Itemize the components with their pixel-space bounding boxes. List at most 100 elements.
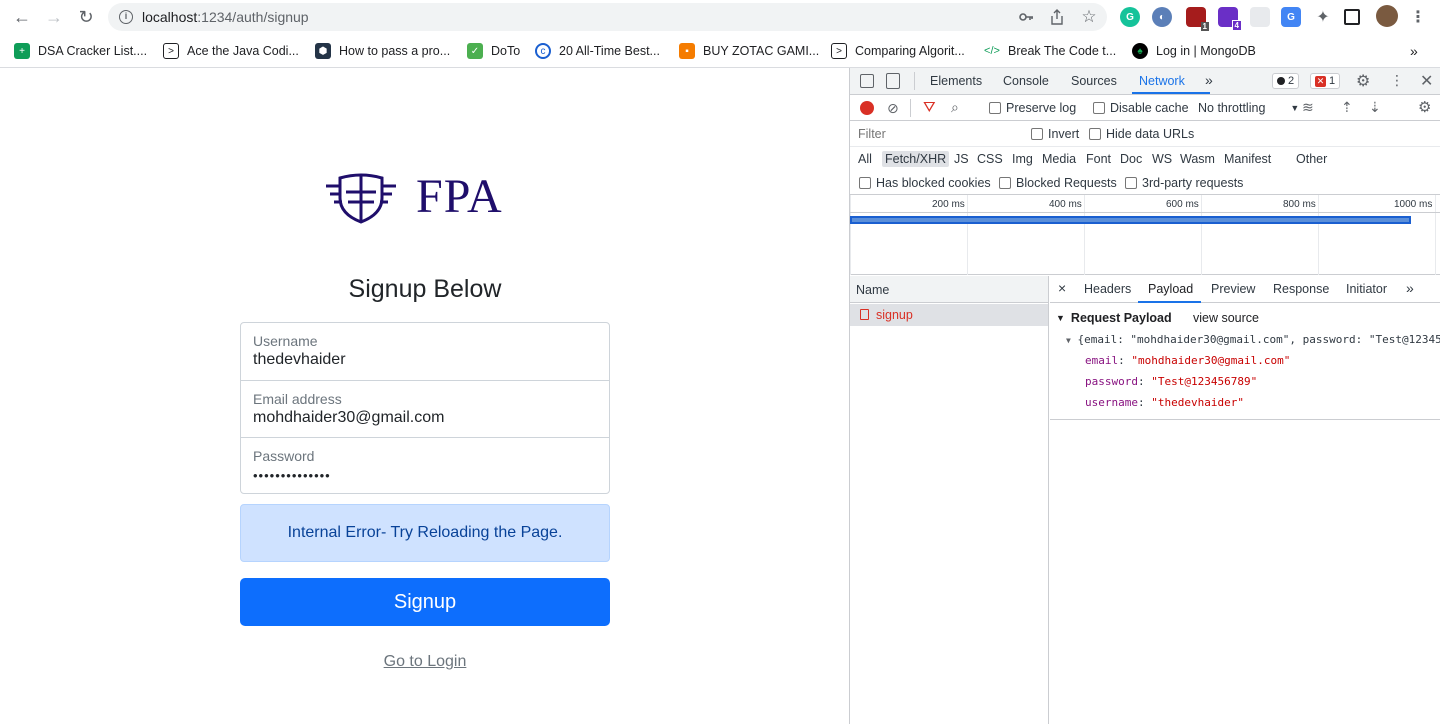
- checkbox[interactable]: [1093, 102, 1105, 114]
- tab-preview[interactable]: Preview: [1211, 282, 1255, 296]
- bookmark-item[interactable]: > Comparing Algorit...: [831, 42, 965, 60]
- network-settings-icon[interactable]: ⚙: [1418, 98, 1431, 116]
- type-filter-manifest[interactable]: Manifest: [1221, 151, 1274, 167]
- preserve-log-checkbox[interactable]: Preserve log: [989, 101, 1076, 115]
- hide-data-urls-checkbox[interactable]: Hide data URLs: [1089, 127, 1194, 141]
- extension-circle-icon[interactable]: ◐: [1152, 7, 1172, 27]
- url-text[interactable]: localhost:1234/auth/signup: [142, 9, 309, 25]
- checkbox[interactable]: [989, 102, 1001, 114]
- issues-badge[interactable]: 2: [1272, 73, 1300, 89]
- type-filter-css[interactable]: CSS: [974, 151, 1006, 167]
- view-source-link[interactable]: view source: [1193, 311, 1259, 325]
- checkbox[interactable]: [1031, 128, 1043, 140]
- name-column-header[interactable]: Name: [856, 283, 889, 297]
- export-har-icon[interactable]: ⇣: [1369, 99, 1381, 116]
- site-info-icon[interactable]: i: [119, 10, 133, 24]
- type-filter-wasm[interactable]: Wasm: [1177, 151, 1218, 167]
- tab-headers[interactable]: Headers: [1084, 282, 1131, 296]
- devtools-settings-icon[interactable]: ⚙: [1356, 71, 1370, 91]
- request-payload-section[interactable]: ▼ Request Payload: [1056, 311, 1172, 325]
- forward-icon[interactable]: →: [42, 5, 66, 29]
- key-icon[interactable]: [1017, 8, 1035, 26]
- third-party-checkbox[interactable]: 3rd-party requests: [1125, 176, 1243, 190]
- profile-avatar[interactable]: [1376, 5, 1398, 27]
- devtools-menu-icon[interactable]: ⋮: [1390, 72, 1404, 89]
- brand-name: FPA: [416, 170, 503, 223]
- tab-network[interactable]: Network: [1139, 74, 1185, 88]
- filter-input[interactable]: [854, 125, 1018, 143]
- close-devtools-icon[interactable]: ✕: [1420, 71, 1433, 91]
- side-panel-icon[interactable]: [1344, 9, 1360, 25]
- record-icon[interactable]: [860, 101, 874, 115]
- ublock-icon[interactable]: 1: [1186, 7, 1209, 31]
- extension-grid-icon[interactable]: [1250, 7, 1270, 27]
- type-filter-fetch-xhr[interactable]: Fetch/XHR: [882, 151, 950, 167]
- tab-response[interactable]: Response: [1273, 282, 1329, 296]
- type-filter-font[interactable]: Font: [1083, 151, 1114, 167]
- checkbox[interactable]: [1125, 177, 1137, 189]
- bookmark-item[interactable]: ▪ BUY ZOTAC GAMI...: [679, 42, 819, 60]
- type-filter-other[interactable]: Other: [1293, 151, 1330, 167]
- address-bar[interactable]: i localhost:1234/auth/signup ☆: [108, 3, 1107, 31]
- invert-checkbox[interactable]: Invert: [1031, 127, 1079, 141]
- go-to-login-link[interactable]: Go to Login: [240, 653, 610, 671]
- payload-summary-row[interactable]: ▼ {email: "mohdhaider30@gmail.com", pass…: [1066, 333, 1440, 346]
- bookmark-item[interactable]: ♠ Log in | MongoDB: [1132, 42, 1256, 60]
- grammarly-icon[interactable]: G: [1120, 7, 1140, 27]
- checkbox[interactable]: [859, 177, 871, 189]
- search-icon[interactable]: ⌕: [951, 99, 959, 116]
- tab-elements[interactable]: Elements: [930, 74, 982, 88]
- more-tabs-button[interactable]: »: [1205, 72, 1213, 88]
- signup-button[interactable]: Signup: [240, 578, 610, 626]
- extensions-puzzle-icon[interactable]: ✦: [1313, 7, 1333, 27]
- chrome-menu-icon[interactable]: ⋮: [1408, 7, 1428, 27]
- tab-console[interactable]: Console: [1003, 74, 1049, 88]
- disable-cache-label: Disable cache: [1110, 101, 1189, 115]
- username-field[interactable]: Username thedevhaider: [241, 323, 609, 380]
- inspect-element-icon[interactable]: [860, 74, 874, 88]
- bookmark-item[interactable]: c 20 All-Time Best...: [535, 42, 660, 60]
- checkbox[interactable]: [999, 177, 1011, 189]
- tab-initiator[interactable]: Initiator: [1346, 282, 1387, 296]
- type-filter-doc[interactable]: Doc: [1117, 151, 1145, 167]
- blocked-requests-checkbox[interactable]: Blocked Requests: [999, 176, 1117, 190]
- more-detail-tabs-button[interactable]: »: [1406, 280, 1414, 296]
- checkbox[interactable]: [1089, 128, 1101, 140]
- translate-icon[interactable]: G: [1281, 7, 1301, 27]
- tab-sources[interactable]: Sources: [1071, 74, 1117, 88]
- email-field[interactable]: Email address mohdhaider30@gmail.com: [241, 380, 609, 437]
- password-field[interactable]: Password ••••••••••••••: [241, 437, 609, 494]
- bookmark-star-icon[interactable]: ☆: [1080, 7, 1098, 26]
- throttling-select[interactable]: No throttling ▼: [1198, 101, 1299, 115]
- reload-icon[interactable]: ↻: [74, 5, 98, 29]
- type-filter-media[interactable]: Media: [1039, 151, 1079, 167]
- filter-funnel-icon[interactable]: ⛛: [923, 99, 936, 116]
- request-row[interactable]: signup: [850, 304, 1048, 326]
- password-input[interactable]: ••••••••••••••: [253, 468, 331, 483]
- bookmark-item[interactable]: ⬢ How to pass a pro...: [315, 42, 450, 60]
- network-conditions-icon[interactable]: ≋: [1302, 99, 1314, 116]
- clear-icon[interactable]: ⊘: [887, 100, 899, 117]
- extension-puzzle-purple-icon[interactable]: 4: [1218, 7, 1242, 31]
- import-har-icon[interactable]: ⇡: [1341, 99, 1353, 116]
- disable-cache-checkbox[interactable]: Disable cache: [1093, 101, 1189, 115]
- bookmark-item[interactable]: > Ace the Java Codi...: [163, 42, 299, 60]
- email-input[interactable]: mohdhaider30@gmail.com: [253, 409, 444, 427]
- back-icon[interactable]: ←: [10, 5, 34, 29]
- close-detail-icon[interactable]: ×: [1058, 280, 1066, 296]
- type-filter-img[interactable]: Img: [1009, 151, 1036, 167]
- share-icon[interactable]: [1048, 8, 1066, 26]
- network-timeline[interactable]: 200 ms 400 ms 600 ms 800 ms 1000 ms: [850, 195, 1440, 275]
- blocked-cookies-checkbox[interactable]: Has blocked cookies: [859, 176, 991, 190]
- username-input[interactable]: thedevhaider: [253, 351, 346, 369]
- type-filter-ws[interactable]: WS: [1149, 151, 1175, 167]
- tab-payload[interactable]: Payload: [1148, 282, 1193, 296]
- more-bookmarks-button[interactable]: »: [1410, 42, 1418, 60]
- type-filter-js[interactable]: JS: [951, 151, 972, 167]
- device-toolbar-icon[interactable]: [886, 73, 900, 89]
- bookmark-item[interactable]: + DSA Cracker List....: [14, 42, 147, 60]
- type-filter-all[interactable]: All: [855, 151, 875, 167]
- errors-badge[interactable]: ✕ 1: [1310, 73, 1341, 89]
- bookmark-item[interactable]: </> Break The Code t...: [984, 42, 1116, 60]
- bookmark-item[interactable]: ✓ DoTo: [467, 42, 520, 60]
